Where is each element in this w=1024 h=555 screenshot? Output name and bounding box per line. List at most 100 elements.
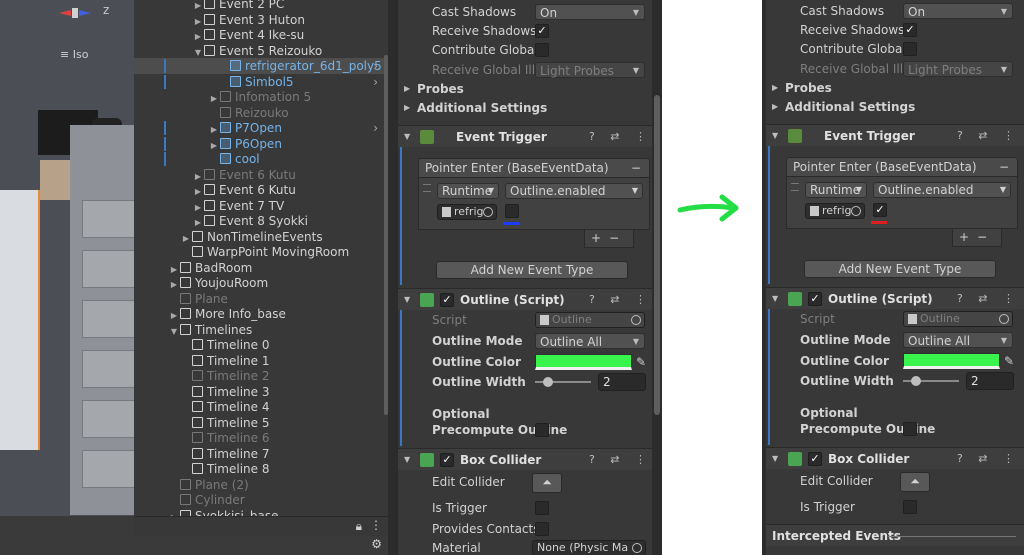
hierarchy-item[interactable]: ▶ Infomation 5 [134, 89, 388, 105]
width-number-field[interactable]: 2 [598, 373, 646, 391]
hierarchy-item[interactable]: Simbol5 › [134, 74, 388, 90]
eyedropper-icon[interactable]: ✎ [1004, 351, 1018, 368]
hierarchy-item[interactable]: ▶ Event 6 Kutu [134, 167, 388, 183]
function-dropdown[interactable]: Outline.enabled ▼ [873, 182, 1011, 198]
box-collider-header[interactable]: ▼ ✓ Box Collider ? ⇄ ⋮ [766, 447, 1024, 469]
lock-icon[interactable]: 🔒︎ [356, 519, 362, 534]
receive-gi-dropdown[interactable]: Light Probes ▼ [903, 61, 1013, 77]
receive-shadows-checkbox[interactable]: ✓ [903, 23, 917, 37]
hierarchy-item[interactable]: Timeline 2 [134, 368, 388, 384]
inspector-before-scrollbar[interactable] [652, 0, 662, 555]
object-picker-icon[interactable] [483, 207, 493, 217]
eyedropper-icon[interactable]: ✎ [636, 352, 650, 369]
add-listener-button[interactable]: + [959, 230, 977, 244]
hierarchy-item[interactable]: ▶ Event 7 TV [134, 198, 388, 214]
box-collider-header[interactable]: ▼ ✓ Box Collider ? ⇄ ⋮ [398, 448, 660, 470]
is-trigger-checkbox[interactable] [903, 500, 917, 514]
runtime-dropdown[interactable]: Runtime ▼ [437, 183, 499, 199]
hierarchy-item[interactable]: ▶ NonTimelineEvents [134, 229, 388, 245]
cast-shadows-dropdown[interactable]: On ▼ [535, 4, 645, 20]
hierarchy-item[interactable]: ▶ P7Open › [134, 120, 388, 136]
hierarchy-item[interactable]: ▼ Timelines [134, 322, 388, 338]
enabled-checkbox[interactable]: ✓ [440, 293, 454, 307]
hierarchy-item[interactable]: Timeline 6 [134, 430, 388, 446]
chevron-right-icon[interactable]: › [373, 58, 378, 74]
component-tools-icon[interactable]: ? ⇄ ⋮ [957, 448, 1020, 470]
add-remove-listener[interactable]: +− [952, 229, 1002, 247]
hierarchy-item[interactable]: ▶ Event 2 PC [134, 0, 388, 12]
add-event-type-button[interactable]: Add New Event Type [804, 260, 996, 278]
is-trigger-checkbox[interactable] [535, 501, 549, 515]
component-tools-icon[interactable]: ? ⇄ ⋮ [589, 126, 652, 148]
scene-view[interactable]: z ≡ Iso [0, 0, 134, 516]
hierarchy-item[interactable]: Timeline 8 [134, 461, 388, 477]
hierarchy-item[interactable]: Plane [134, 291, 388, 307]
hierarchy-item[interactable]: Timeline 0 [134, 337, 388, 353]
add-event-type-button[interactable]: Add New Event Type [436, 261, 628, 279]
settings-icon[interactable]: ⚙ [371, 537, 382, 551]
receive-gi-dropdown[interactable]: Light Probes ▼ [535, 62, 645, 78]
event-trigger-header[interactable]: ▼ Event Trigger ? ⇄ ⋮ [398, 125, 660, 147]
enabled-checkbox[interactable]: ✓ [808, 452, 822, 466]
probes-foldout[interactable]: ▶ Probes [398, 79, 660, 99]
edit-collider-button[interactable]: ⏶ [532, 473, 562, 493]
pointer-enter-event[interactable]: Pointer Enter (BaseEventData) − [786, 157, 1018, 177]
hierarchy-item[interactable]: ▶ P6Open [134, 136, 388, 152]
add-remove-listener[interactable]: +− [584, 230, 634, 248]
outline-mode-dropdown[interactable]: Outline All ▼ [903, 332, 1013, 348]
edit-collider-button[interactable]: ⏶ [900, 472, 930, 492]
outline-mode-dropdown[interactable]: Outline All ▼ [535, 333, 645, 349]
contribute-global-checkbox[interactable] [535, 43, 549, 57]
hierarchy-item[interactable]: Timeline 1 [134, 353, 388, 369]
hierarchy-item[interactable]: ▶ BadRoom [134, 260, 388, 276]
outline-color-field[interactable] [903, 353, 1000, 369]
component-tools-icon[interactable]: ? ⇄ ⋮ [957, 288, 1020, 310]
chevron-right-icon[interactable]: › [373, 120, 378, 136]
width-slider-knob[interactable] [543, 377, 553, 387]
provides-contacts-checkbox[interactable] [535, 522, 549, 536]
outline-script-header[interactable]: ▼ ✓ Outline (Script) ? ⇄ ⋮ [766, 287, 1024, 309]
additional-settings-foldout[interactable]: ▶ Additional Settings [766, 97, 1024, 117]
remove-listener-button[interactable]: − [609, 231, 627, 245]
remove-event-button[interactable]: − [999, 158, 1009, 176]
material-field[interactable]: None (Physic Ma [532, 540, 646, 555]
object-picker-icon[interactable] [851, 206, 861, 216]
expanded-arrow-icon[interactable]: ▼ [772, 448, 778, 470]
hierarchy-panel[interactable]: ▶ Event 2 PC ▶ Event 3 Huton ▶ Event 4 Ike-su… [134, 0, 388, 516]
hierarchy-item[interactable]: ▶ Event 4 Ike-su [134, 27, 388, 43]
hierarchy-item[interactable]: Plane (2) [134, 477, 388, 493]
hierarchy-item[interactable]: WarpPoint MovingRoom [134, 244, 388, 260]
hierarchy-item[interactable]: ▶ Event 3 Huton [134, 12, 388, 28]
hierarchy-item[interactable]: cool [134, 151, 388, 167]
axis-gizmo-icon[interactable] [55, 4, 95, 22]
hierarchy-item[interactable]: ▶ Event 8 Syokki [134, 213, 388, 229]
add-listener-button[interactable]: + [591, 231, 609, 245]
contribute-global-checkbox[interactable] [903, 42, 917, 56]
hierarchy-item[interactable]: ▶ YoujouRoom [134, 275, 388, 291]
drag-handle-icon[interactable] [423, 184, 431, 192]
hierarchy-item[interactable]: Timeline 7 [134, 446, 388, 462]
width-slider-knob[interactable] [911, 376, 921, 386]
precompute-checkbox[interactable] [535, 423, 549, 437]
hierarchy-item[interactable]: ▶Syokkisi_base [134, 508, 388, 516]
component-tools-icon[interactable]: ? ⇄ ⋮ [957, 125, 1020, 147]
inspector-after[interactable]: Cast Shadows On ▼ Receive Shadows ✓ Contribut… [766, 0, 1024, 555]
runtime-dropdown[interactable]: Runtime ▼ [805, 182, 867, 198]
more-icon[interactable]: ⋮ [370, 518, 382, 532]
probes-foldout[interactable]: ▶ Probes [766, 78, 1024, 98]
component-tools-icon[interactable]: ? ⇄ ⋮ [589, 449, 652, 471]
enabled-checkbox[interactable]: ✓ [808, 292, 822, 306]
expanded-arrow-icon[interactable]: ▼ [772, 288, 778, 310]
enabled-checkbox[interactable]: ✓ [440, 453, 454, 467]
receive-shadows-checkbox[interactable]: ✓ [535, 24, 549, 38]
component-tools-icon[interactable]: ? ⇄ ⋮ [589, 289, 652, 311]
argument-checkbox[interactable] [505, 204, 519, 218]
hierarchy-item[interactable]: Timeline 4 [134, 399, 388, 415]
scroll-thumb[interactable] [654, 95, 660, 415]
inspector-before[interactable]: Cast Shadows On ▼ Receive Shadows ✓ Contribut… [398, 0, 660, 555]
expanded-arrow-icon[interactable]: ▼ [772, 125, 778, 147]
intercepted-events-bar[interactable]: Intercepted Events [766, 524, 1024, 546]
cast-shadows-dropdown[interactable]: On ▼ [903, 3, 1013, 19]
precompute-checkbox[interactable] [903, 422, 917, 436]
target-object-field[interactable]: refrig [437, 204, 497, 220]
